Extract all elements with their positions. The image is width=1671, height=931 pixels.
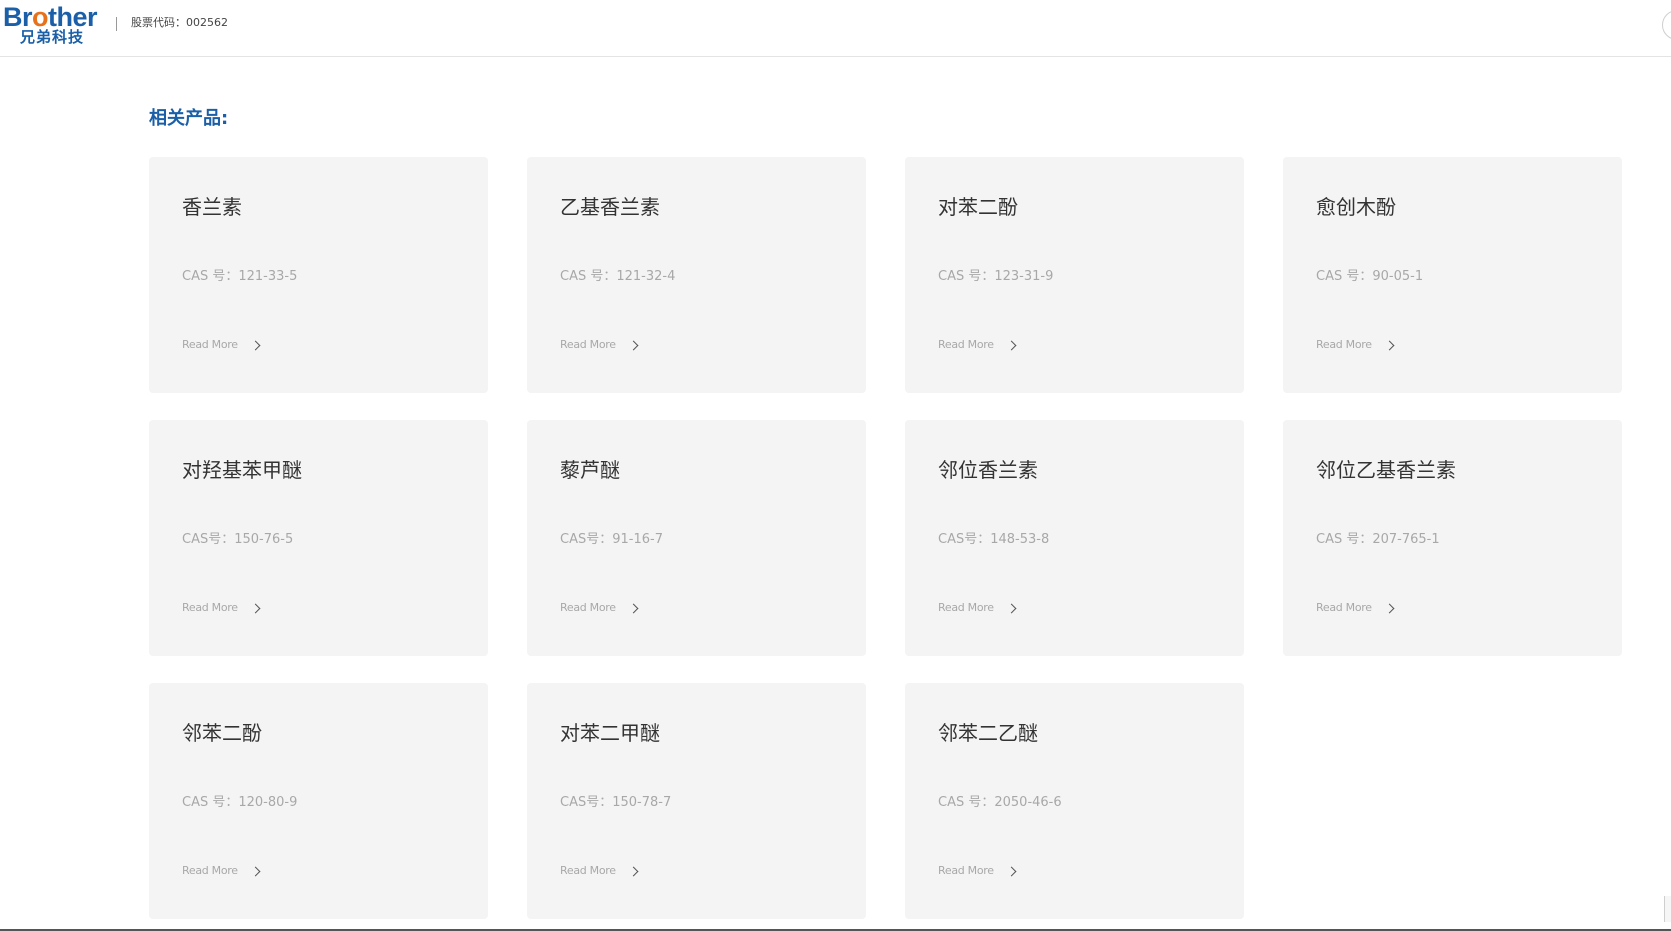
read-more-label: Read More	[560, 864, 616, 877]
product-name: 对苯二酚	[938, 195, 1018, 219]
related-products-title: 相关产品:	[149, 108, 229, 129]
product-cas-number: CAS 号：120-80-9	[182, 795, 298, 810]
product-card[interactable]: 愈创木酚 CAS 号：90-05-1 Read More	[1283, 157, 1622, 393]
header-menu-button[interactable]	[1662, 10, 1671, 40]
chevron-right-icon	[250, 603, 261, 613]
read-more-label: Read More	[182, 601, 238, 614]
product-cas-number: CAS 号：90-05-1	[1316, 269, 1424, 284]
product-name: 邻苯二乙醚	[938, 721, 1038, 745]
product-cas-number: CAS号：91-16-7	[560, 532, 663, 547]
read-more-label: Read More	[938, 601, 994, 614]
product-card[interactable]: 乙基香兰素 CAS 号：121-32-4 Read More	[527, 157, 866, 393]
product-cas-number: CAS 号：123-31-9	[938, 269, 1054, 284]
product-name: 香兰素	[182, 195, 242, 219]
read-more-link[interactable]: Read More	[182, 337, 261, 353]
product-name: 邻位香兰素	[938, 458, 1038, 482]
product-cas-number: CAS号：150-76-5	[182, 532, 294, 547]
stock-code: 股票代码：002562	[131, 16, 228, 29]
read-more-link[interactable]: Read More	[182, 600, 261, 616]
product-name: 邻苯二酚	[182, 721, 262, 745]
product-card[interactable]: 邻位乙基香兰素 CAS 号：207-765-1 Read More	[1283, 420, 1622, 656]
product-name: 对苯二甲醚	[560, 721, 660, 745]
product-name: 藜芦醚	[560, 458, 620, 482]
chevron-right-icon	[250, 866, 261, 876]
logo-chinese-name: 兄弟科技	[20, 28, 85, 46]
chevron-right-icon	[628, 603, 639, 613]
read-more-link[interactable]: Read More	[1316, 337, 1395, 353]
chevron-right-icon	[628, 340, 639, 350]
product-card[interactable]: 藜芦醚 CAS号：91-16-7 Read More	[527, 420, 866, 656]
chevron-right-icon	[1384, 603, 1395, 613]
read-more-link[interactable]: Read More	[938, 863, 1017, 879]
read-more-label: Read More	[182, 338, 238, 351]
product-name: 愈创木酚	[1316, 195, 1396, 219]
read-more-link[interactable]: Read More	[1316, 600, 1395, 616]
chevron-right-icon	[628, 866, 639, 876]
read-more-label: Read More	[560, 601, 616, 614]
product-card[interactable]: 邻苯二乙醚 CAS 号：2050-46-6 Read More	[905, 683, 1244, 919]
chevron-right-icon	[1384, 340, 1395, 350]
read-more-link[interactable]: Read More	[560, 337, 639, 353]
read-more-link[interactable]: Read More	[938, 600, 1017, 616]
read-more-label: Read More	[938, 338, 994, 351]
product-name: 乙基香兰素	[560, 195, 660, 219]
read-more-link[interactable]: Read More	[182, 863, 261, 879]
read-more-label: Read More	[938, 864, 994, 877]
chevron-right-icon	[1006, 866, 1017, 876]
product-card[interactable]: 对苯二甲醚 CAS号：150-78-7 Read More	[527, 683, 866, 919]
chevron-right-icon	[1006, 340, 1017, 350]
product-cas-number: CAS 号：2050-46-6	[938, 795, 1062, 810]
product-card[interactable]: 对羟基苯甲醚 CAS号：150-76-5 Read More	[149, 420, 488, 656]
product-cas-number: CAS 号：121-32-4	[560, 269, 676, 284]
site-header: Brother 兄弟科技 股票代码：002562	[0, 0, 1671, 57]
read-more-link[interactable]: Read More	[938, 337, 1017, 353]
read-more-link[interactable]: Read More	[560, 600, 639, 616]
product-card[interactable]: 邻位香兰素 CAS号：148-53-8 Read More	[905, 420, 1244, 656]
brand-logo[interactable]: Brother 兄弟科技	[3, 4, 107, 48]
product-cas-number: CAS 号：121-33-5	[182, 269, 298, 284]
product-cas-number: CAS号：148-53-8	[938, 532, 1050, 547]
header-divider	[116, 17, 117, 31]
chevron-right-icon	[250, 340, 261, 350]
product-card[interactable]: 邻苯二酚 CAS 号：120-80-9 Read More	[149, 683, 488, 919]
logo-wordmark: Brother	[3, 2, 98, 32]
product-name: 对羟基苯甲醚	[182, 458, 302, 482]
product-cas-number: CAS号：150-78-7	[560, 795, 672, 810]
product-cas-number: CAS 号：207-765-1	[1316, 532, 1440, 547]
product-card[interactable]: 香兰素 CAS 号：121-33-5 Read More	[149, 157, 488, 393]
read-more-link[interactable]: Read More	[560, 863, 639, 879]
scrollbar-stub[interactable]	[1664, 896, 1671, 922]
chevron-right-icon	[1006, 603, 1017, 613]
product-name: 邻位乙基香兰素	[1316, 458, 1456, 482]
product-card[interactable]: 对苯二酚 CAS 号：123-31-9 Read More	[905, 157, 1244, 393]
read-more-label: Read More	[1316, 338, 1372, 351]
read-more-label: Read More	[1316, 601, 1372, 614]
read-more-label: Read More	[182, 864, 238, 877]
read-more-label: Read More	[560, 338, 616, 351]
